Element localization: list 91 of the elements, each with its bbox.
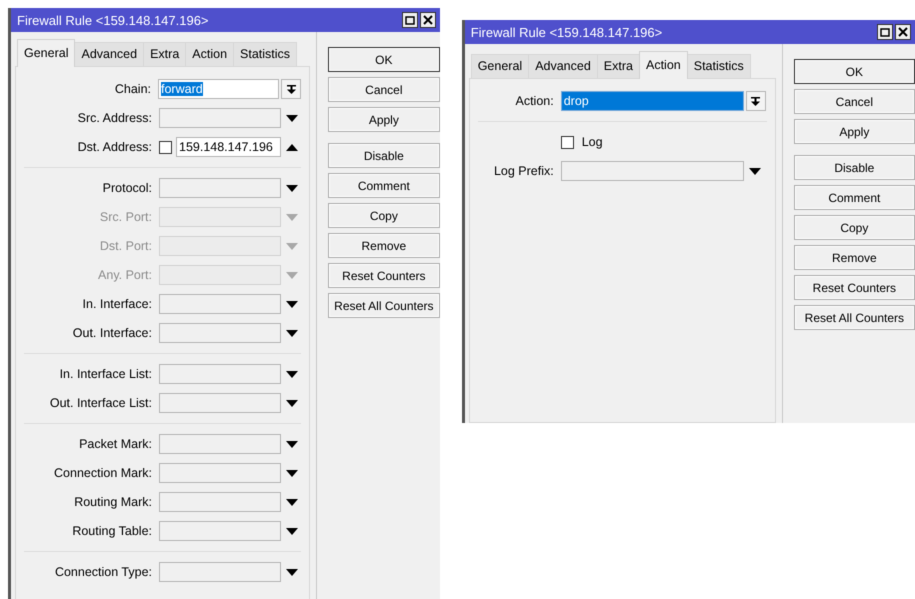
drop-list-icon [751,96,760,106]
dialog-button[interactable]: Disable [328,143,440,168]
field-label: Packet Mark: [78,437,153,451]
close-button[interactable] [895,24,911,40]
dialog-button[interactable]: Reset Counters [794,275,915,300]
dialog-button[interactable]: OK [328,47,440,72]
close-icon [422,15,433,25]
dropdown-field[interactable] [159,521,281,541]
dialog-button[interactable]: OK [794,59,915,84]
tab[interactable]: Extra [596,54,640,78]
dropdown-field[interactable] [560,161,744,181]
field-label: Routing Mark: [73,495,153,509]
drop-list-button[interactable] [746,91,766,111]
dialog-button[interactable]: Apply [794,119,915,144]
dialog-button[interactable]: Cancel [794,89,915,114]
field-label: Protocol: [102,181,153,195]
caret-down-icon[interactable] [286,370,298,378]
dialog-button[interactable]: Reset All Counters [794,305,915,330]
field-label: Connection Type: [54,565,153,579]
maximize-icon [404,16,415,24]
dialog-button[interactable]: Reset All Counters [328,293,440,318]
dropdown-field[interactable] [159,393,281,413]
field-label: Routing Table: [71,524,153,538]
field-label: Src. Address: [76,111,153,125]
dropdown-field[interactable] [159,562,281,582]
tab[interactable]: Advanced [74,42,144,66]
dropdown-field[interactable] [159,323,281,343]
caret-down-icon[interactable] [286,440,298,448]
tab[interactable]: Statistics [686,54,751,78]
dialog-button[interactable]: Copy [328,203,440,228]
dialog-button[interactable]: Comment [794,185,915,210]
dialog-button[interactable]: Cancel [328,77,440,102]
dropdown-field[interactable] [159,108,281,128]
dropdown-field[interactable] [159,178,281,198]
dropdown-field[interactable] [159,364,281,384]
field-label: Any. Port: [97,268,153,282]
combo-field[interactable]: drop [560,91,744,111]
maximize-icon [880,28,890,36]
tab[interactable]: Extra [143,42,186,66]
caret-down-icon[interactable] [286,330,298,336]
caret-down-icon[interactable] [286,400,298,406]
caret-down-icon[interactable] [286,470,298,476]
tab[interactable]: General [17,39,76,67]
negate-checkbox[interactable] [159,140,172,154]
checkbox-label: Log [582,135,603,149]
caret-up-icon[interactable] [286,144,298,150]
drop-list-icon [286,84,296,94]
tab[interactable]: Action [185,42,234,66]
tab[interactable]: Statistics [233,42,298,66]
caret-down-icon[interactable] [286,498,298,506]
dialog-button[interactable]: Remove [328,233,440,258]
field-label: Dst. Port: [98,239,153,253]
maximize-button[interactable] [877,24,893,40]
dialog-button[interactable]: Apply [328,107,440,132]
field-label: Log Prefix: [492,164,555,178]
combo-field[interactable]: forward [158,79,280,99]
maximize-button[interactable] [402,12,418,28]
field-label: Dst. Address: [76,140,153,154]
field-label: Src. Port: [98,210,153,224]
caret-down-icon[interactable] [286,568,298,576]
field-label: Connection Mark: [53,466,153,480]
address-field[interactable]: 159.148.147.196 [176,137,281,157]
caret-down-icon[interactable] [286,528,298,534]
close-button[interactable] [420,12,436,28]
dialog-button[interactable]: Copy [794,215,915,240]
field-label: Action: [514,94,555,108]
tab[interactable]: General [470,54,530,78]
field-label: Out. Interface List: [48,396,153,410]
close-icon [898,27,908,37]
dropdown-field[interactable] [159,294,281,314]
dialog-button[interactable]: Remove [794,245,915,270]
window-title: Firewall Rule <159.148.147.196> [470,24,664,40]
dialog-button[interactable]: Reset Counters [328,263,440,288]
dialog-button[interactable]: Comment [328,173,440,198]
field-label: In. Interface List: [58,367,153,381]
checkbox[interactable] [560,136,574,148]
dropdown-field[interactable] [159,492,281,512]
dropdown-field[interactable] [159,463,281,483]
field-label: Out. Interface: [72,326,153,340]
caret-down-icon[interactable] [286,184,298,192]
caret-down-icon[interactable] [286,300,298,308]
field-label: In. Interface: [82,297,153,311]
field-label: Chain: [114,82,152,96]
caret-down-icon[interactable] [286,114,298,122]
tab[interactable]: Advanced [528,54,598,78]
window-title: Firewall Rule <159.148.147.196> [17,12,210,28]
dialog-button[interactable]: Disable [794,155,915,180]
drop-list-button[interactable] [281,79,301,99]
tab[interactable]: Action [638,51,688,79]
dropdown-field[interactable] [159,434,281,454]
caret-down-icon[interactable] [748,168,761,174]
